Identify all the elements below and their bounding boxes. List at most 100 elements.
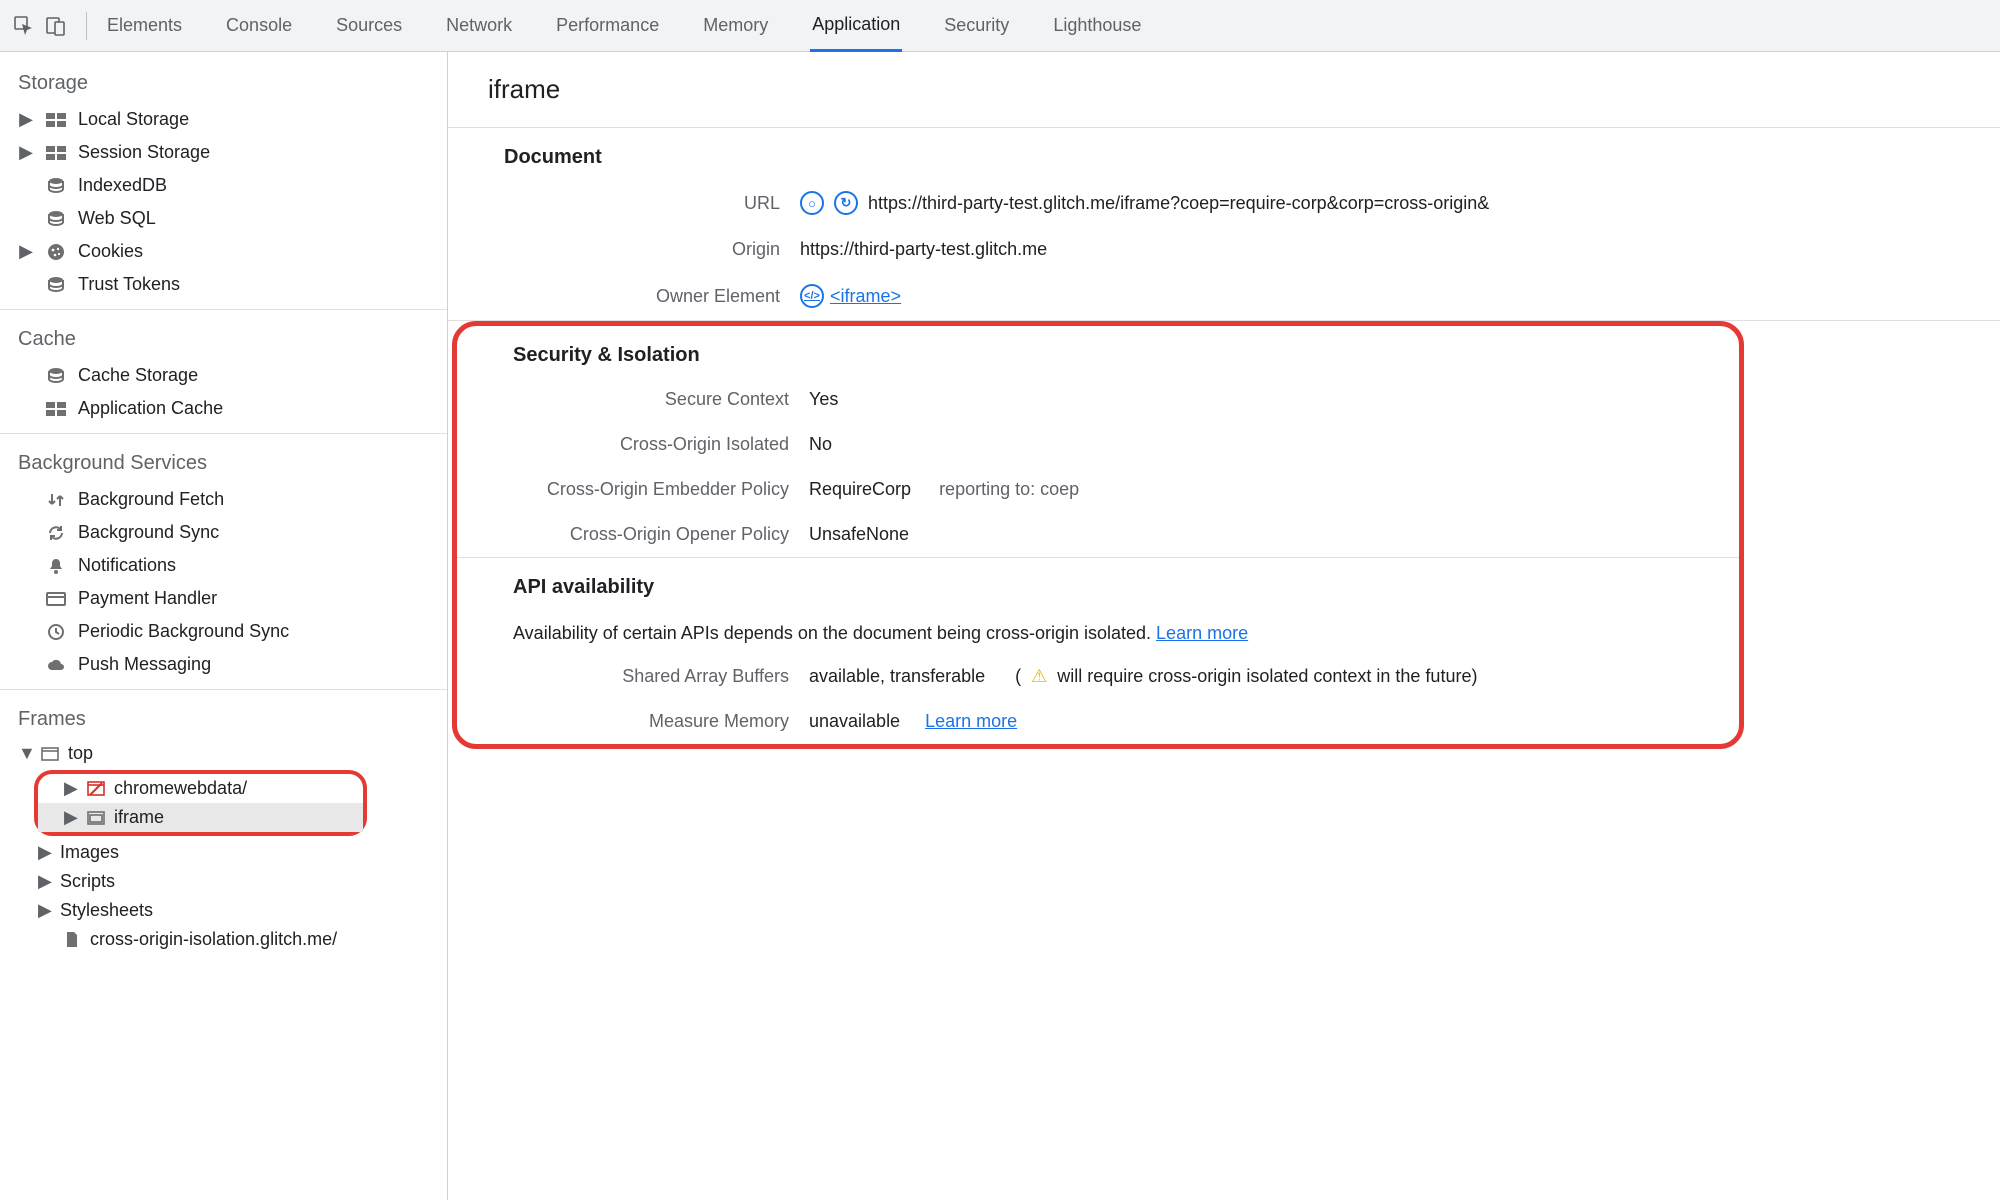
sidebar-item-websql[interactable]: Web SQL (0, 202, 447, 235)
storage-group-title: Storage (0, 62, 447, 103)
sidebar-item-label: Background Sync (78, 522, 219, 543)
tab-application[interactable]: Application (810, 1, 902, 52)
paren-open: ( (1015, 666, 1021, 687)
coep-value: RequireCorp (809, 479, 911, 500)
sidebar-item-label: Cache Storage (78, 365, 198, 386)
bg-services-group-title: Background Services (0, 442, 447, 483)
sidebar-item-periodic-sync[interactable]: Periodic Background Sync (0, 615, 447, 648)
sidebar-item-label: Cookies (78, 241, 143, 262)
sab-hint: will require cross-origin isolated conte… (1057, 666, 1477, 687)
sidebar-item-label: Background Fetch (78, 489, 224, 510)
sidebar-item-label: Web SQL (78, 208, 156, 229)
tab-lighthouse[interactable]: Lighthouse (1051, 0, 1143, 51)
chevron-right-icon: ▶ (38, 900, 52, 921)
chevron-right-icon: ▶ (38, 871, 52, 892)
tab-performance[interactable]: Performance (554, 0, 661, 51)
application-sidebar: Storage ▶Local Storage ▶Session Storage … (0, 52, 448, 1200)
sidebar-item-label: Payment Handler (78, 588, 217, 609)
tab-console[interactable]: Console (224, 0, 294, 51)
sidebar-item-label: Local Storage (78, 109, 189, 130)
tree-node-label: Scripts (60, 871, 115, 892)
tree-node-label: Stylesheets (60, 900, 153, 921)
sidebar-item-application-cache[interactable]: Application Cache (0, 392, 447, 425)
sidebar-item-background-sync[interactable]: Background Sync (0, 516, 447, 549)
cloud-icon (44, 655, 68, 675)
storage-grid-icon (44, 143, 68, 163)
sidebar-item-label: Trust Tokens (78, 274, 180, 295)
url-value: https://third-party-test.glitch.me/ifram… (868, 193, 1489, 214)
frames-tree-file[interactable]: cross-origin-isolation.glitch.me/ (0, 925, 447, 954)
bell-icon (44, 556, 68, 576)
devtools-toolbar: Elements Console Sources Network Perform… (0, 0, 2000, 52)
chevron-right-icon: ▶ (64, 807, 78, 828)
tree-node-label: cross-origin-isolation.glitch.me/ (90, 929, 337, 950)
sidebar-item-local-storage[interactable]: ▶ Local Storage (0, 103, 447, 136)
sidebar-item-label: Push Messaging (78, 654, 211, 675)
coi-value: No (809, 434, 832, 455)
api-section-heading: API availability (457, 558, 1739, 609)
mm-label: Measure Memory (457, 711, 809, 732)
origin-label: Origin (448, 239, 800, 260)
database-icon (44, 209, 68, 229)
sidebar-item-session-storage[interactable]: ▶Session Storage (0, 136, 447, 169)
frames-tree-iframe[interactable]: ▶iframe (38, 803, 363, 832)
secure-context-value: Yes (809, 389, 838, 410)
sidebar-item-background-fetch[interactable]: Background Fetch (0, 483, 447, 516)
highlight-frames: ▶chromewebdata/ ▶iframe (34, 770, 367, 836)
iframe-icon (86, 809, 106, 827)
cookie-icon (44, 242, 68, 262)
main-panel: iframe Document URL ○ ↻ https://third-pa… (448, 52, 2000, 1200)
learn-more-link-mm[interactable]: Learn more (925, 711, 1017, 732)
chevron-right-icon: ▶ (18, 142, 34, 163)
sidebar-item-label: Notifications (78, 555, 176, 576)
api-description-text: Availability of certain APIs depends on … (513, 623, 1156, 643)
sidebar-item-push-messaging[interactable]: Push Messaging (0, 648, 447, 681)
reload-icon[interactable]: ↻ (834, 191, 858, 215)
sab-value: available, transferable (809, 666, 985, 687)
owner-element-label: Owner Element (448, 286, 800, 307)
database-icon (44, 275, 68, 295)
frames-tree-images[interactable]: ▶Images (0, 838, 447, 867)
coi-label: Cross-Origin Isolated (457, 434, 809, 455)
database-icon (44, 366, 68, 386)
toolbar-separator (86, 12, 87, 40)
code-tag-icon: </> (800, 284, 824, 308)
origin-row: Origin https://third-party-test.glitch.m… (448, 227, 2000, 272)
clock-icon (44, 622, 68, 642)
sidebar-item-cookies[interactable]: ▶Cookies (0, 235, 447, 268)
tree-node-label: top (68, 743, 93, 764)
sidebar-item-indexeddb[interactable]: IndexedDB (0, 169, 447, 202)
chevron-right-icon: ▶ (18, 109, 34, 130)
device-toggle-icon[interactable] (44, 14, 68, 38)
sidebar-item-payment-handler[interactable]: Payment Handler (0, 582, 447, 615)
security-section-heading: Security & Isolation (457, 326, 1739, 377)
warning-icon: ⚠ (1031, 666, 1047, 687)
tab-elements[interactable]: Elements (105, 0, 184, 51)
tab-memory[interactable]: Memory (701, 0, 770, 51)
sidebar-item-label: IndexedDB (78, 175, 167, 196)
coop-label: Cross-Origin Opener Policy (457, 524, 809, 545)
tab-network[interactable]: Network (444, 0, 514, 51)
owner-element-link[interactable]: </> <iframe> (800, 284, 901, 308)
fetch-icon (44, 490, 68, 510)
frames-tree-stylesheets[interactable]: ▶ Stylesheets (0, 896, 447, 925)
owner-element-value: <iframe> (830, 286, 901, 307)
tab-security[interactable]: Security (942, 0, 1011, 51)
chevron-right-icon: ▶ (64, 778, 78, 799)
frames-tree-top[interactable]: ▼top (0, 739, 447, 768)
storage-grid-icon (44, 110, 68, 130)
sidebar-item-label: Periodic Background Sync (78, 621, 289, 642)
frames-tree-chromewebdata[interactable]: ▶chromewebdata/ (38, 774, 363, 803)
devtools-tabs: Elements Console Sources Network Perform… (105, 0, 1143, 51)
sab-label: Shared Array Buffers (457, 666, 809, 687)
url-label: URL (448, 193, 800, 214)
frames-tree-scripts[interactable]: ▶ Scripts (0, 867, 447, 896)
inspect-icon[interactable] (12, 14, 36, 38)
learn-more-link[interactable]: Learn more (1156, 623, 1248, 643)
sidebar-item-notifications[interactable]: Notifications (0, 549, 447, 582)
sidebar-item-trust-tokens[interactable]: Trust Tokens (0, 268, 447, 301)
secure-context-label: Secure Context (457, 389, 809, 410)
tab-sources[interactable]: Sources (334, 0, 404, 51)
sidebar-item-cache-storage[interactable]: Cache Storage (0, 359, 447, 392)
sync-icon (44, 523, 68, 543)
